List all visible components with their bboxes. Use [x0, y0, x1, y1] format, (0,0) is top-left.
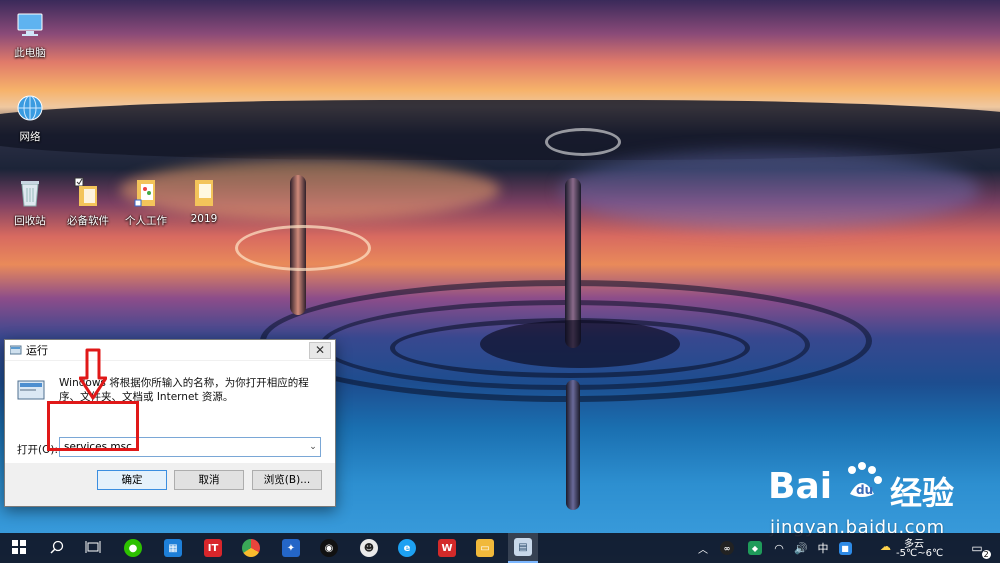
task-view-icon [85, 540, 101, 557]
baidu-jingyan-logo: Bai du 经验 [768, 458, 1000, 518]
close-button[interactable]: ✕ [309, 342, 331, 359]
highlight-box [47, 401, 139, 451]
chrome-icon [242, 539, 260, 557]
computer-icon [13, 8, 47, 42]
chevron-up-icon: ︿ [698, 544, 708, 556]
wifi-icon: ◠ [774, 541, 784, 555]
folder-icon [71, 176, 105, 210]
temperature-text: -5℃~6℃ [896, 548, 944, 559]
ime-text: 中 [817, 542, 829, 555]
desktop-icon-essential-software[interactable]: 必备软件 [60, 176, 116, 228]
tray-app-3-icon: ■ [838, 541, 852, 555]
calculator-icon: ▦ [164, 539, 182, 557]
run-icon [9, 345, 22, 355]
cloudy-icon: ☁ [880, 540, 891, 553]
run-dialog-title: 运行 [26, 344, 48, 357]
tray-app[interactable]: ∞ [712, 533, 742, 563]
run-dialog-icon: ▤ [514, 538, 532, 556]
cancel-button[interactable]: 取消 [174, 470, 244, 490]
desktop-icon-recycle-bin[interactable]: 回收站 [2, 176, 58, 228]
network-icon [13, 92, 47, 126]
search-button[interactable] [42, 533, 72, 563]
wps-icon: W [438, 539, 456, 557]
taskbar-run-dialog[interactable]: ▤ [508, 533, 538, 563]
start-button[interactable] [4, 533, 34, 563]
volume-icon: 🔊 [794, 541, 808, 555]
desktop-icon-network[interactable]: 网络 [2, 92, 58, 144]
svg-text:du: du [856, 483, 873, 497]
taskbar-chrome[interactable] [236, 533, 266, 563]
taskbar: ● ▦ IT ✦ ◉ ☻ e W ▭ ▤ ︿ ∞ ◆ ◠ 🔊 中 ■ ☁ 多云 … [0, 533, 1000, 563]
qq-icon: ◉ [320, 539, 338, 557]
taskbar-alien[interactable]: ☻ [354, 533, 384, 563]
search-icon [50, 540, 64, 557]
folder-icon [187, 176, 221, 210]
task-view-button[interactable] [78, 533, 108, 563]
desktop-icon-2019[interactable]: 2019 [176, 176, 232, 225]
tray-app-2-icon: ◆ [748, 541, 762, 555]
desktop-icon-this-pc[interactable]: 此电脑 [2, 8, 58, 60]
action-center-button[interactable]: ▭ 2 [962, 533, 992, 563]
arrow-down-icon [78, 348, 108, 400]
run-dialog-titlebar[interactable]: 运行 ✕ [5, 340, 335, 360]
notification-icon: ▭ 2 [971, 541, 991, 559]
notification-badge: 2 [981, 550, 991, 559]
taskbar-wechat[interactable]: ● [118, 533, 148, 563]
taskbar-wps[interactable]: W [432, 533, 462, 563]
close-icon: ✕ [314, 343, 326, 357]
recycle-bin-icon [13, 176, 47, 210]
windows-logo-icon [12, 539, 26, 557]
folder-icon [129, 176, 163, 210]
desktop-icon-personal-work[interactable]: 个人工作 [118, 176, 174, 228]
file-explorer-icon: ▭ [476, 539, 494, 557]
ok-button[interactable]: 确定 [97, 470, 167, 490]
tray-app-3[interactable]: ■ [830, 533, 860, 563]
wechat-icon: ● [124, 539, 142, 557]
taskbar-qq[interactable]: ◉ [314, 533, 344, 563]
run-program-icon [17, 378, 47, 402]
taskbar-app-store[interactable]: ✦ [276, 533, 306, 563]
chevron-down-icon[interactable]: ⌄ [306, 442, 320, 452]
taskbar-calculator[interactable]: ▦ [158, 533, 188, 563]
alien-icon: ☻ [360, 539, 378, 557]
paw-icon: du [840, 460, 884, 504]
weather-widget[interactable]: ☁ 多云 -5℃~6℃ [874, 533, 943, 563]
browse-button[interactable]: 浏览(B)... [252, 470, 322, 490]
run-dialog-footer: 确定 取消 浏览(B)... [5, 464, 335, 506]
it-app-icon: IT [204, 539, 222, 557]
app-store-icon: ✦ [282, 539, 300, 557]
taskbar-ie[interactable]: e [392, 533, 422, 563]
ie-icon: e [398, 539, 416, 557]
tray-app-icon: ∞ [720, 541, 734, 555]
taskbar-file-explorer[interactable]: ▭ [470, 533, 500, 563]
taskbar-it-app[interactable]: IT [198, 533, 228, 563]
